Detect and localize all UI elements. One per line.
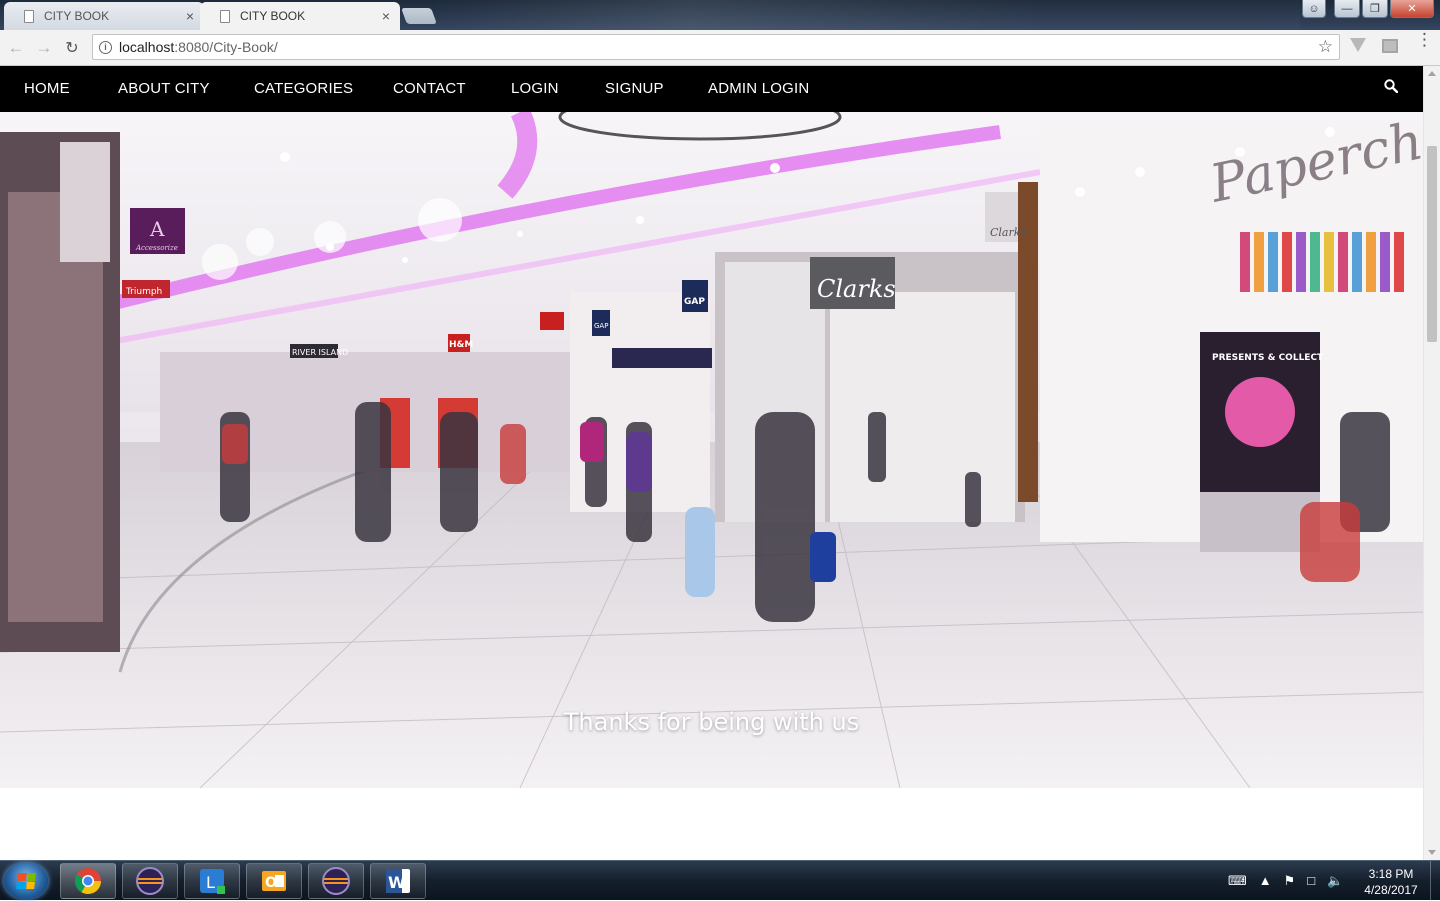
- extension-icon[interactable]: [1382, 39, 1398, 53]
- store-sign-gap: GAP: [684, 297, 705, 307]
- store-sign-triumph: Triumph: [125, 287, 162, 297]
- start-button[interactable]: [4, 863, 48, 899]
- clock-date: 4/28/2017: [1364, 883, 1418, 897]
- taskbar-clock[interactable]: 3:18 PM 4/28/2017: [1356, 866, 1426, 898]
- windows-taskbar: L O W ⌨ ▲ ⚑ □ 🔈 3:18 PM 4/28/2017: [0, 860, 1440, 901]
- system-tray: ⌨ ▲ ⚑ □ 🔈: [1228, 873, 1343, 889]
- nav-login[interactable]: LOGIN: [511, 80, 559, 97]
- store-sign-river-island: RIVER ISLAND: [292, 348, 348, 357]
- browser-tab-strip: CITY BOOK × CITY BOOK × ☺ — ❐ ✕: [0, 0, 1440, 30]
- action-center-flag-icon[interactable]: ⚑: [1284, 873, 1296, 889]
- mall-interior-image: Clarks Clarks GAP GAP H&M RIVER ISLAND P…: [0, 112, 1423, 788]
- reload-icon[interactable]: ↻: [60, 36, 84, 60]
- hero-caption: Thanks for being with us: [563, 708, 860, 736]
- close-window-button[interactable]: ✕: [1390, 0, 1434, 18]
- browser-tab-active[interactable]: CITY BOOK ×: [200, 2, 400, 30]
- back-icon[interactable]: ←: [4, 36, 28, 60]
- vertical-scrollbar[interactable]: [1423, 66, 1440, 860]
- scroll-down-icon[interactable]: [1428, 850, 1436, 855]
- browser-toolbar: ← → ↻ i localhost:8080/City-Book/ ☆ ⋮: [0, 30, 1440, 66]
- window-controls: ☺ — ❐ ✕: [1302, 0, 1434, 18]
- nav-home[interactable]: HOME: [24, 80, 70, 97]
- bookmark-star-icon[interactable]: ☆: [1318, 37, 1333, 57]
- taskbar-chrome-icon[interactable]: [60, 863, 116, 899]
- hero-banner: Clarks Clarks GAP GAP H&M RIVER ISLAND P…: [0, 112, 1423, 788]
- forward-icon[interactable]: →: [32, 36, 56, 60]
- svg-text:W: W: [388, 873, 406, 892]
- url-path: :8080/City-Book/: [174, 39, 278, 55]
- menu-icon[interactable]: ⋮: [1416, 31, 1433, 48]
- keyboard-icon[interactable]: ⌨: [1228, 873, 1247, 889]
- maximize-button[interactable]: ❐: [1362, 0, 1388, 18]
- clock-time: 3:18 PM: [1368, 867, 1414, 881]
- extension-icon[interactable]: [1350, 38, 1366, 52]
- new-tab-button[interactable]: [401, 8, 437, 24]
- scroll-up-icon[interactable]: [1428, 71, 1436, 76]
- store-sign-accessorize-logo: A: [149, 217, 165, 241]
- nav-signup[interactable]: SIGNUP: [605, 80, 664, 97]
- taskbar-word-icon[interactable]: W: [370, 863, 426, 899]
- taskbar-eclipse-icon[interactable]: [308, 863, 364, 899]
- close-tab-icon[interactable]: ×: [186, 8, 194, 24]
- nav-categories[interactable]: CATEGORIES: [254, 80, 353, 97]
- nav-contact[interactable]: CONTACT: [393, 80, 466, 97]
- user-profile-icon[interactable]: ☺: [1302, 0, 1326, 18]
- site-navbar: HOME ABOUT CITY CATEGORIES CONTACT LOGIN…: [0, 66, 1423, 112]
- close-tab-icon[interactable]: ×: [382, 8, 390, 24]
- address-bar[interactable]: i localhost:8080/City-Book/ ☆: [92, 34, 1340, 60]
- show-hidden-icons-icon[interactable]: ▲: [1259, 873, 1272, 889]
- minimize-button[interactable]: —: [1334, 0, 1360, 18]
- info-icon[interactable]: i: [99, 40, 112, 54]
- store-sign-clarks-small: Clarks: [990, 226, 1026, 239]
- page-icon: [220, 9, 230, 23]
- store-sign-hm: H&M: [449, 340, 473, 350]
- volume-icon[interactable]: 🔈: [1327, 873, 1343, 889]
- store-sign-clarks: Clarks: [817, 275, 896, 303]
- tab-title: CITY BOOK: [44, 9, 110, 23]
- tab-title: CITY BOOK: [240, 9, 306, 23]
- nav-about-city[interactable]: ABOUT CITY: [118, 80, 210, 97]
- svg-text:L: L: [206, 873, 215, 892]
- page-viewport: HOME ABOUT CITY CATEGORIES CONTACT LOGIN…: [0, 66, 1440, 860]
- nav-admin-login[interactable]: ADMIN LOGIN: [708, 80, 809, 97]
- taskbar-lync-icon[interactable]: L: [184, 863, 240, 899]
- network-icon[interactable]: □: [1307, 873, 1315, 889]
- poster-text: PRESENTS & COLLECT: [1212, 353, 1324, 363]
- windows-logo-icon: [16, 873, 36, 889]
- store-sign-accessorize: Accessorize: [135, 244, 178, 252]
- url-text[interactable]: localhost:8080/City-Book/: [119, 39, 278, 55]
- search-icon[interactable]: [1384, 79, 1398, 93]
- browser-tab[interactable]: CITY BOOK ×: [4, 2, 204, 30]
- taskbar-eclipse-icon[interactable]: [122, 863, 178, 899]
- page-icon: [24, 9, 34, 23]
- store-sign-gap-small: GAP: [594, 322, 608, 330]
- url-host: localhost: [119, 39, 175, 55]
- scroll-thumb[interactable]: [1427, 146, 1437, 342]
- show-desktop-button[interactable]: [1430, 861, 1440, 901]
- taskbar-outlook-icon[interactable]: O: [246, 863, 302, 899]
